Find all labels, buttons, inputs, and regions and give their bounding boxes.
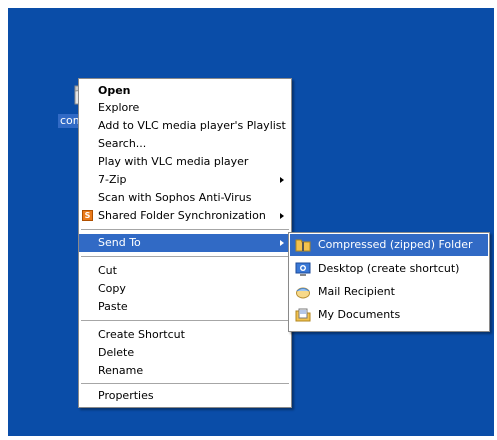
menu-item-explore[interactable]: Explore	[79, 99, 291, 117]
menu-item-label: Delete	[98, 346, 135, 359]
menu-item-label: 7-Zip	[98, 173, 127, 186]
menu-separator	[81, 320, 289, 321]
menu-item-label: Add to VLC media player's Playlist	[98, 119, 286, 132]
menu-item-add-to-vlc-playlist[interactable]: Add to VLC media player's Playlist	[79, 117, 291, 135]
menu-item-label: Paste	[98, 300, 128, 313]
menu-item-label: Copy	[98, 282, 126, 295]
zip-folder-icon	[295, 239, 311, 252]
sendto-item-label: Mail Recipient	[318, 285, 395, 298]
menu-item-open[interactable]: Open	[79, 82, 291, 100]
sync-icon: S	[82, 210, 93, 221]
menu-item-label: Search...	[98, 137, 147, 150]
submenu-arrow-icon	[280, 177, 284, 183]
menu-item-label: Open	[98, 84, 131, 97]
sendto-item-mail-recipient[interactable]: Mail Recipient	[290, 281, 488, 303]
submenu-arrow-icon	[280, 213, 284, 219]
menu-item-search[interactable]: Search...	[79, 135, 291, 153]
menu-item-7zip[interactable]: 7-Zip	[79, 171, 291, 189]
documents-icon	[295, 308, 311, 322]
menu-item-label: Properties	[98, 389, 154, 402]
menu-item-label: Send To	[98, 236, 141, 249]
menu-item-label: Shared Folder Synchronization	[98, 209, 266, 222]
menu-item-shared-folder-sync[interactable]: S Shared Folder Synchronization	[79, 207, 291, 225]
mail-icon	[296, 287, 310, 299]
menu-item-scan-sophos[interactable]: Scan with Sophos Anti-Virus	[79, 189, 291, 207]
menu-item-label: Explore	[98, 101, 140, 114]
menu-item-send-to[interactable]: Send To	[79, 234, 291, 252]
menu-item-cut[interactable]: Cut	[79, 262, 291, 280]
menu-item-properties[interactable]: Properties	[79, 387, 291, 405]
sendto-item-desktop-shortcut[interactable]: Desktop (create shortcut)	[290, 258, 488, 280]
menu-item-delete[interactable]: Delete	[79, 344, 291, 362]
submenu-arrow-icon	[280, 240, 284, 246]
menu-item-play-with-vlc[interactable]: Play with VLC media player	[79, 153, 291, 171]
context-menu: Open Explore Add to VLC media player's P…	[78, 78, 292, 408]
menu-item-label: Rename	[98, 364, 144, 377]
menu-item-rename[interactable]: Rename	[79, 362, 291, 380]
sendto-item-my-documents[interactable]: My Documents	[290, 304, 488, 326]
sendto-item-label: Desktop (create shortcut)	[318, 262, 460, 275]
sendto-item-compressed-folder[interactable]: Compressed (zipped) Folder	[290, 234, 488, 256]
menu-item-paste[interactable]: Paste	[79, 298, 291, 316]
menu-item-label: Play with VLC media player	[98, 155, 249, 168]
desktop-icon	[295, 262, 311, 276]
menu-item-label: Create Shortcut	[98, 328, 185, 341]
menu-separator	[81, 256, 289, 257]
sendto-item-label: My Documents	[318, 308, 401, 321]
send-to-submenu: Compressed (zipped) Folder Desktop (crea…	[288, 232, 490, 332]
menu-item-create-shortcut[interactable]: Create Shortcut	[79, 326, 291, 344]
menu-separator	[81, 383, 289, 384]
sendto-item-label: Compressed (zipped) Folder	[318, 238, 473, 251]
menu-item-label: Scan with Sophos Anti-Virus	[98, 191, 252, 204]
menu-item-copy[interactable]: Copy	[79, 280, 291, 298]
menu-separator	[81, 229, 289, 230]
menu-item-label: Cut	[98, 264, 117, 277]
